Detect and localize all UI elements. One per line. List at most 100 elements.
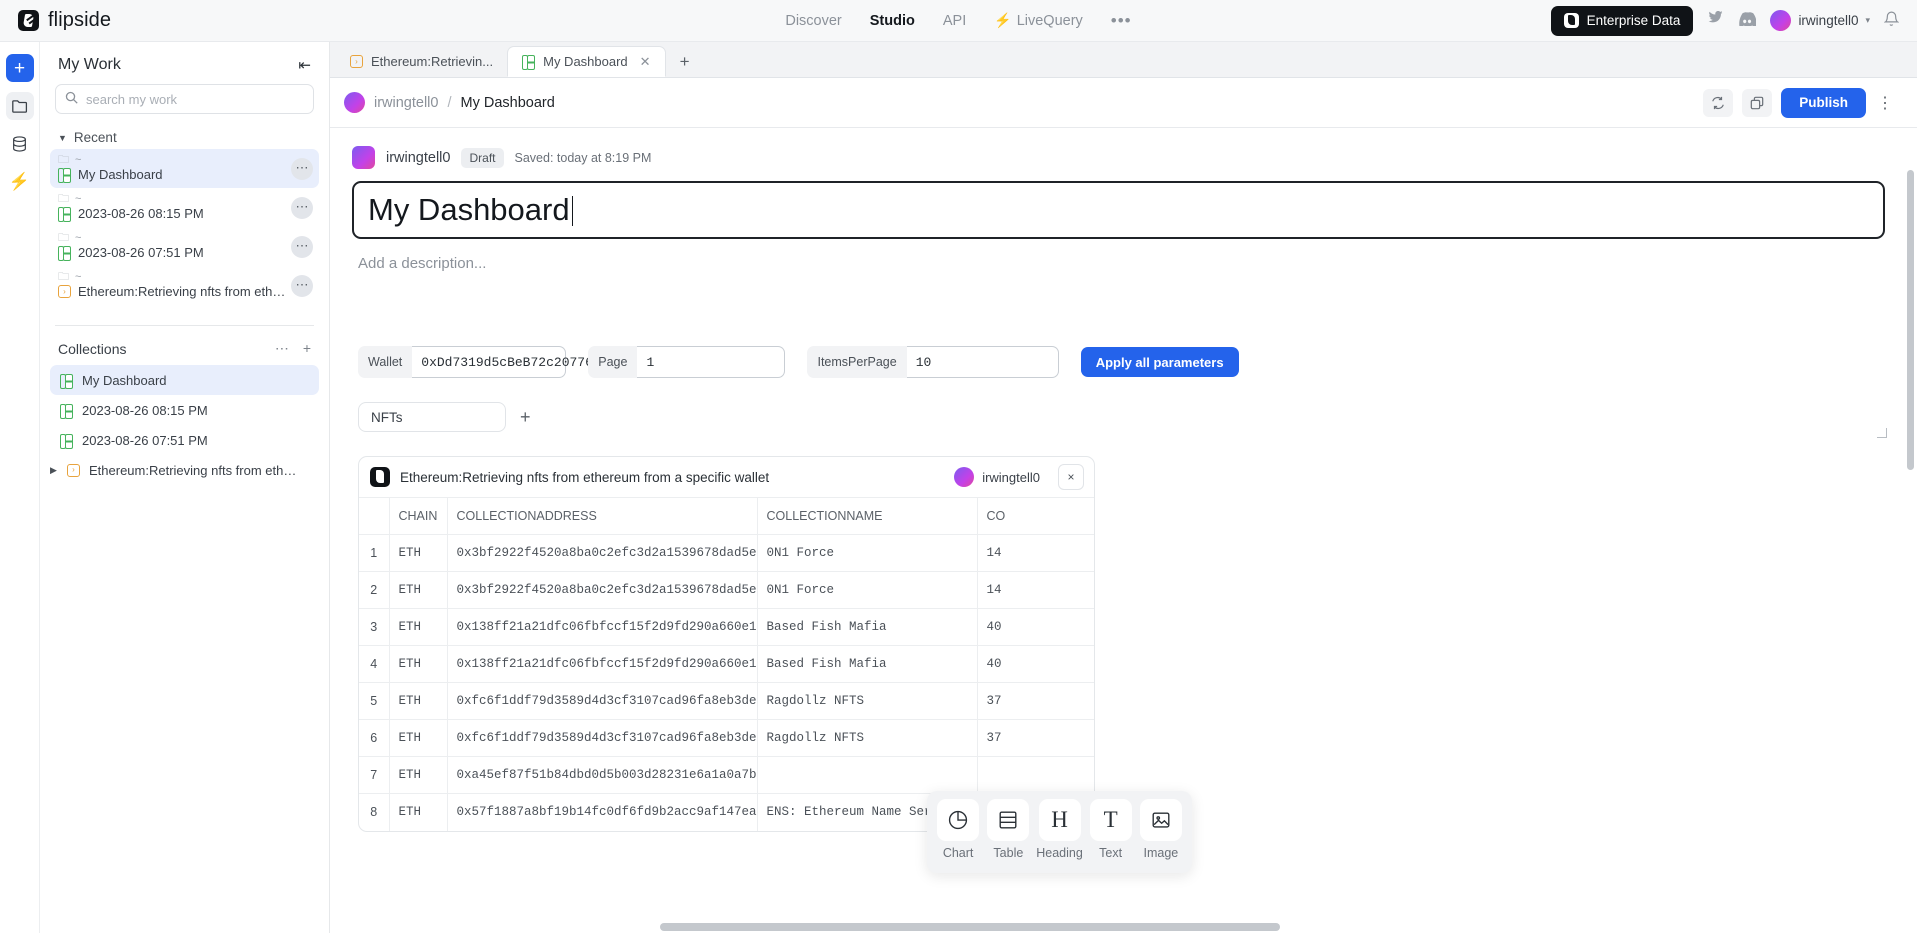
collections-actions: ⋯ + <box>275 340 311 357</box>
insert-block-palette: Chart Table H Heading T Text Image <box>927 791 1192 873</box>
parameter-label: ItemsPerPage <box>807 346 907 378</box>
table-row[interactable]: 1 ETH 0x3bf2922f4520a8ba0c2efc3d2a153967… <box>359 534 1094 572</box>
rail-database-icon[interactable] <box>6 130 34 158</box>
row-index: 5 <box>359 682 390 720</box>
add-collection-icon[interactable]: + <box>303 340 311 357</box>
recent-section-header[interactable]: ▼ Recent <box>40 128 329 149</box>
canvas-horizontal-scrollbar[interactable] <box>660 923 1905 931</box>
col-collectionname[interactable]: COLLECTIONNAME <box>757 497 978 535</box>
itemsperpage-input[interactable]: 10 <box>906 346 1059 378</box>
nav-livequery[interactable]: ⚡ LiveQuery <box>994 12 1083 29</box>
breadcrumb-actions: Publish ⋮ <box>1703 87 1895 118</box>
top-navigation-bar: flipside Discover Studio API ⚡ LiveQuery… <box>0 0 1917 42</box>
twitter-icon[interactable] <box>1707 10 1724 30</box>
publish-button[interactable]: Publish <box>1781 87 1866 118</box>
recent-item-label: My Dashboard <box>78 167 163 182</box>
recent-item-menu-icon[interactable]: ⋯ <box>291 157 313 180</box>
collection-item-my-dashboard[interactable]: My Dashboard <box>50 365 319 395</box>
dashboard-icon <box>58 207 71 222</box>
recent-item-menu-icon[interactable]: ⋯ <box>291 235 313 258</box>
collections-more-icon[interactable]: ⋯ <box>275 340 289 357</box>
insert-heading-block[interactable]: H Heading <box>1036 799 1083 860</box>
collection-item-2023-08-26-0751[interactable]: 2023-08-26 07:51 PM <box>50 425 319 455</box>
dashboard-canvas: irwingtell0 Draft Saved: today at 8:19 P… <box>330 128 1917 933</box>
new-tab-button[interactable]: + <box>666 47 704 77</box>
table-header-row: CHAIN COLLECTIONADDRESS COLLECTIONNAME C… <box>359 497 1094 535</box>
query-result-card: Ethereum:Retrieving nfts from ethereum f… <box>358 456 1095 832</box>
col-truncated[interactable]: CO <box>977 497 1094 535</box>
nav-api[interactable]: API <box>943 13 966 29</box>
notifications-bell-icon[interactable] <box>1883 10 1900 31</box>
dashboard-icon <box>58 168 71 183</box>
recent-item-ethereum-query[interactable]: 🗀 ~ › Ethereum:Retrieving nfts from ethe… <box>50 266 319 305</box>
query-results-table: CHAIN COLLECTIONADDRESS COLLECTIONNAME C… <box>359 497 1094 831</box>
query-card-header: Ethereum:Retrieving nfts from ethereum f… <box>359 457 1094 497</box>
collapse-sidebar-icon[interactable]: ⇤ <box>298 56 311 74</box>
refresh-icon[interactable] <box>1703 88 1734 117</box>
duplicate-icon[interactable] <box>1742 88 1773 117</box>
dashboard-title-input[interactable]: My Dashboard <box>352 181 1885 239</box>
recent-path-label: ~ <box>75 271 82 283</box>
remove-query-card-icon[interactable]: × <box>1058 464 1084 490</box>
new-item-button[interactable]: + <box>5 54 34 82</box>
col-chain[interactable]: CHAIN <box>389 497 448 535</box>
insert-chart-block[interactable]: Chart <box>937 799 980 860</box>
col-collectionaddress[interactable]: COLLECTIONADDRESS <box>447 497 758 535</box>
table-row[interactable]: 5 ETH 0xfc6f1ddf79d3589d4d3cf3107cad96fa… <box>359 682 1094 720</box>
nav-discover[interactable]: Discover <box>785 13 841 29</box>
insert-table-block[interactable]: Table <box>987 799 1030 860</box>
table-row[interactable]: 7 ETH 0xa45ef87f51b84dbd0d5b003d28231e6a… <box>359 756 1094 794</box>
tab-label: Ethereum:Retrievin... <box>371 54 494 69</box>
nav-studio[interactable]: Studio <box>870 13 915 29</box>
dashboard-description-input[interactable]: Add a description... <box>358 255 1891 272</box>
collection-item-label: Ethereum:Retrieving nfts from ethereum..… <box>89 462 299 478</box>
table-row[interactable]: 4 ETH 0x138ff21a21dfc06fbfccf15f2d9fd290… <box>359 645 1094 683</box>
scroll-thumb[interactable] <box>660 923 1280 931</box>
recent-item-menu-icon[interactable]: ⋯ <box>291 274 313 297</box>
close-tab-icon[interactable]: ✕ <box>640 54 651 70</box>
cell-name: Based Fish Mafia <box>757 645 978 683</box>
collection-item-label: 2023-08-26 07:51 PM <box>82 432 208 448</box>
apply-all-parameters-button[interactable]: Apply all parameters <box>1080 347 1239 377</box>
tab-ethereum-query[interactable]: › Ethereum:Retrievin... <box>336 46 507 77</box>
enterprise-data-button[interactable]: Enterprise Data <box>1550 5 1694 36</box>
recent-item-menu-icon[interactable]: ⋯ <box>291 196 313 219</box>
table-row[interactable]: 6 ETH 0xfc6f1ddf79d3589d4d3cf3107cad96fa… <box>359 719 1094 757</box>
insert-text-label: Text <box>1099 846 1123 860</box>
rail-files-icon[interactable] <box>5 92 34 120</box>
collection-item-2023-08-26-0815[interactable]: 2023-08-26 08:15 PM <box>50 395 319 425</box>
cell-address: 0xfc6f1ddf79d3589d4d3cf3107cad96fa8eb3de… <box>447 682 758 720</box>
insert-image-block[interactable]: Image <box>1139 799 1182 860</box>
recent-label: Recent <box>73 130 117 145</box>
more-options-icon[interactable]: ⋮ <box>1875 93 1895 113</box>
recent-item-2023-08-26-0815[interactable]: 🗀 ~ 2023-08-26 08:15 PM ⋯ <box>50 188 319 227</box>
cell-address: 0x3bf2922f4520a8ba0c2efc3d2a1539678dad5e… <box>447 534 758 572</box>
cell-address: 0x138ff21a21dfc06fbfccf15f2d9fd290a660e1… <box>447 645 758 683</box>
recent-item-2023-08-26-0751[interactable]: 🗀 ~ 2023-08-26 07:51 PM ⋯ <box>50 227 319 266</box>
avatar <box>1770 10 1792 31</box>
table-row[interactable]: 3 ETH 0x138ff21a21dfc06fbfccf15f2d9fd290… <box>359 608 1094 646</box>
search-input[interactable] <box>86 91 304 107</box>
user-menu[interactable]: irwingtell0 ▾ <box>1770 10 1870 31</box>
recent-item-my-dashboard[interactable]: 🗀 ~ My Dashboard ⋯ <box>50 149 319 188</box>
chevron-right-icon[interactable]: ▶ <box>50 465 58 476</box>
insert-text-block[interactable]: T Text <box>1089 799 1132 860</box>
breadcrumb-current: My Dashboard <box>460 94 555 111</box>
dashboard-tab-nfts[interactable]: NFTs <box>358 402 506 432</box>
nav-more-icon[interactable]: ••• <box>1111 12 1132 29</box>
breadcrumb-owner[interactable]: irwingtell0 <box>374 95 438 111</box>
collections-label: Collections <box>58 340 127 357</box>
description-resize-handle[interactable] <box>1877 428 1887 438</box>
folder-icon: 🗀 <box>58 270 69 283</box>
rail-livequery-bolt-icon[interactable]: ⚡ <box>6 168 34 196</box>
table-row[interactable]: 2 ETH 0x3bf2922f4520a8ba0c2efc3d2a153967… <box>359 571 1094 609</box>
canvas-vertical-scrollbar[interactable] <box>1907 170 1914 470</box>
add-dashboard-tab-icon[interactable]: + <box>520 407 531 428</box>
discord-icon[interactable] <box>1738 11 1758 30</box>
tab-my-dashboard[interactable]: My Dashboard ✕ <box>507 46 666 77</box>
collection-item-ethereum-query[interactable]: ▶ › Ethereum:Retrieving nfts from ethere… <box>50 455 319 485</box>
page-input[interactable]: 1 <box>637 346 786 378</box>
search-my-work[interactable] <box>55 84 314 114</box>
brand-logo-link[interactable]: flipside <box>18 9 111 32</box>
wallet-input[interactable]: 0xDd7319d5cBeB72c207768 <box>412 346 601 378</box>
